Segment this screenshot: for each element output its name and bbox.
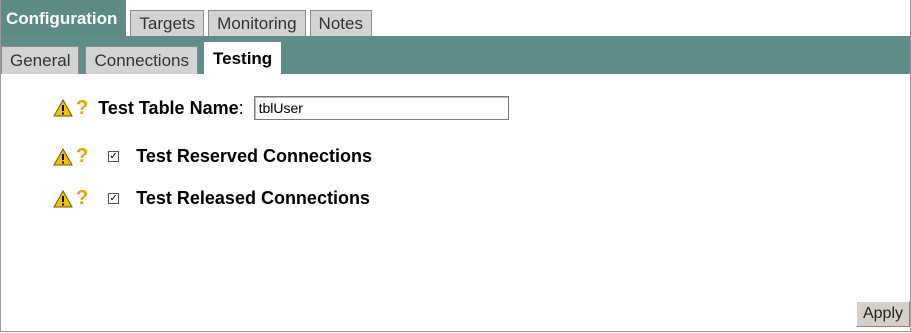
help-icon[interactable]: ? <box>76 145 88 168</box>
warning-icon <box>53 147 73 165</box>
tab-general[interactable]: General <box>1 46 80 74</box>
label-colon: : <box>238 97 244 118</box>
testing-panel: ? Test Table Name : ? ✓ Test Reserved Co… <box>1 74 910 331</box>
test-reserved-row: ? ✓ Test Reserved Connections <box>53 145 372 168</box>
test-released-label: Test Released Connections <box>136 188 370 208</box>
test-reserved-label: Test Reserved Connections <box>136 146 372 166</box>
warning-icon <box>53 99 73 117</box>
test-table-name-row: ? Test Table Name : <box>53 96 509 120</box>
page: Configuration Targets Monitoring Notes G… <box>0 0 911 332</box>
tab-connections[interactable]: Connections <box>85 46 198 74</box>
help-icon[interactable]: ? <box>76 97 88 120</box>
primary-tab-bar: Configuration Targets Monitoring Notes <box>1 0 910 36</box>
secondary-tab-bar: General Connections Testing <box>1 36 910 74</box>
tab-testing[interactable]: Testing <box>204 42 282 74</box>
apply-button[interactable]: Apply <box>855 301 910 327</box>
test-released-row: ? ✓ Test Released Connections <box>53 187 370 210</box>
test-reserved-checkbox[interactable]: ✓ <box>108 151 120 162</box>
help-icon[interactable]: ? <box>76 187 88 210</box>
tab-monitoring[interactable]: Monitoring <box>208 10 306 36</box>
tab-targets[interactable]: Targets <box>130 10 205 36</box>
warning-icon <box>53 189 73 207</box>
tab-configuration[interactable]: Configuration <box>1 0 127 36</box>
test-table-name-label: Test Table Name <box>98 97 239 118</box>
test-table-name-input[interactable] <box>253 96 509 120</box>
tab-notes[interactable]: Notes <box>309 10 372 36</box>
test-released-checkbox[interactable]: ✓ <box>108 193 120 204</box>
